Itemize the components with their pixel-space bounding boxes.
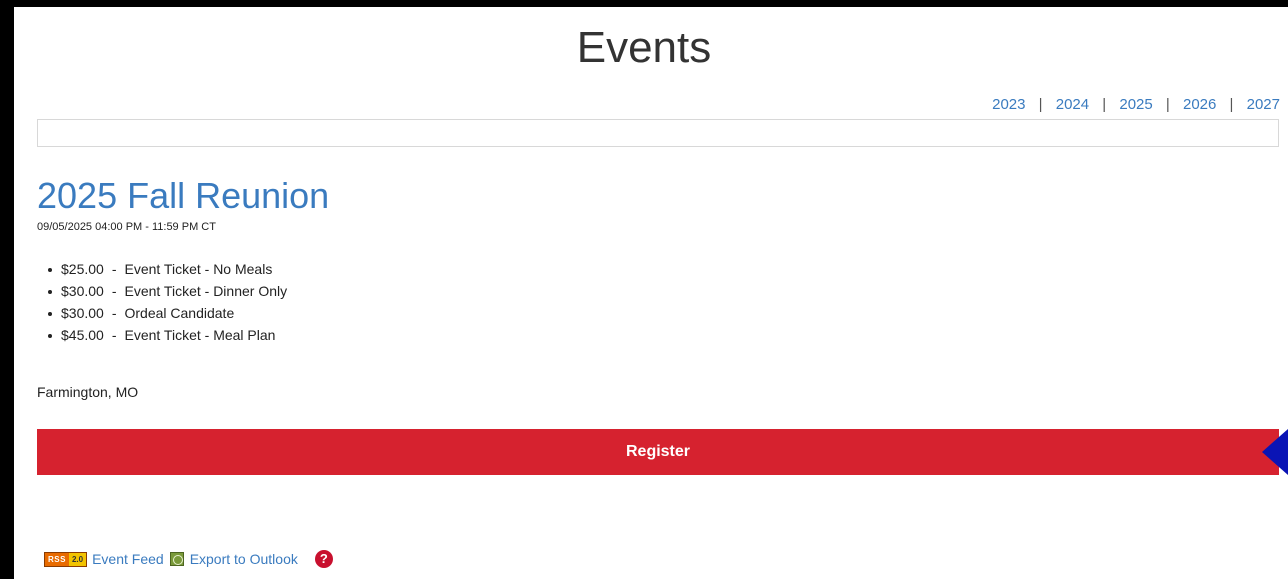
ticket-dash: -: [111, 327, 117, 343]
event-feed-link[interactable]: Event Feed: [92, 551, 164, 567]
rss-badge-right: 2.0: [68, 552, 87, 566]
ticket-dash: -: [111, 283, 117, 299]
ticket-dash: -: [111, 305, 117, 321]
calendar-export-icon[interactable]: [169, 552, 184, 566]
year-link-2025[interactable]: 2025: [1119, 96, 1152, 113]
ticket-item: $30.00- Ordeal Candidate: [37, 302, 287, 324]
export-to-outlook-link[interactable]: Export to Outlook: [190, 551, 298, 567]
ticket-name: Event Ticket - No Meals: [124, 261, 273, 277]
ticket-item: $25.00- Event Ticket - No Meals: [37, 258, 287, 280]
year-link-2026[interactable]: 2026: [1183, 96, 1216, 113]
year-separator: |: [1165, 96, 1170, 113]
ticket-list: $25.00- Event Ticket - No Meals $30.00- Ev…: [37, 258, 287, 346]
ticket-price: $45.00: [61, 327, 104, 343]
year-link-2027[interactable]: 2027: [1247, 96, 1280, 113]
rss-icon[interactable]: RSS 2.0: [44, 551, 88, 567]
ticket-item: $45.00- Event Ticket - Meal Plan: [37, 324, 287, 346]
year-link-2023[interactable]: 2023: [992, 96, 1025, 113]
ticket-name: Ordeal Candidate: [124, 305, 235, 321]
year-separator: |: [1038, 96, 1043, 113]
ticket-price: $25.00: [61, 261, 104, 277]
ticket-price: $30.00: [61, 283, 104, 299]
year-nav: 2023 | 2024 | 2025 | 2026 | 2027: [992, 96, 1280, 113]
year-separator: |: [1229, 96, 1234, 113]
year-link-2024[interactable]: 2024: [1056, 96, 1089, 113]
filter-box[interactable]: [37, 119, 1279, 147]
event-title-link[interactable]: 2025 Fall Reunion: [37, 176, 329, 216]
ticket-name: Event Ticket - Dinner Only: [124, 283, 288, 299]
ticket-price: $30.00: [61, 305, 104, 321]
ticket-item: $30.00- Event Ticket - Dinner Only: [37, 280, 287, 302]
event-datetime: 09/05/2025 04:00 PM - 11:59 PM CT: [37, 221, 216, 233]
page-title: Events: [576, 23, 712, 72]
rss-badge-left: RSS: [45, 552, 69, 566]
footer-links: RSS 2.0 Event Feed Export to Outlook ?: [44, 549, 333, 569]
event-location: Farmington, MO: [37, 384, 139, 400]
year-separator: |: [1102, 96, 1107, 113]
ticket-dash: -: [111, 261, 117, 277]
pointer-arrow-icon: [1262, 429, 1288, 475]
ticket-name: Event Ticket - Meal Plan: [124, 327, 276, 343]
help-icon[interactable]: ?: [314, 550, 333, 568]
register-button[interactable]: Register: [37, 429, 1279, 475]
